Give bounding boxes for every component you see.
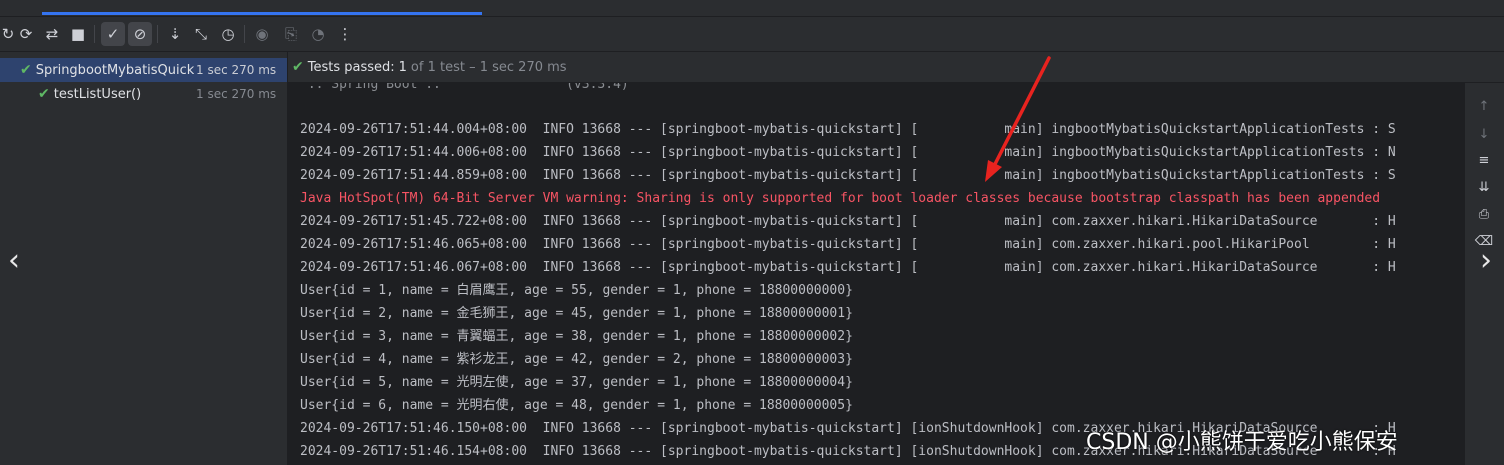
- previous-image-icon[interactable]: ‹: [2, 243, 26, 279]
- soft-wrap-icon[interactable]: ≡: [1473, 149, 1495, 171]
- tests-passed-label: Tests passed:: [307, 59, 395, 75]
- tests-passed-count: 1: [398, 59, 407, 75]
- test-status-bar: ✔ Tests passed: 1 of 1 test – 1 sec 270 …: [288, 52, 1504, 83]
- sort-duration-icon[interactable]: ◷: [216, 22, 240, 46]
- active-tab-indicator: [42, 12, 482, 15]
- tree-item-time: 1 sec 270 ms: [196, 63, 277, 77]
- console-line-partial: :: Spring Boot :: (v3.3.4): [300, 83, 629, 92]
- scroll-up-icon[interactable]: ↑: [1473, 95, 1495, 117]
- console-line: 2024-09-26T17:51:44.004+08:00 INFO 13668…: [300, 122, 1396, 137]
- console-line: User{id = 4, name = 紫衫龙王, age = 42, gend…: [300, 352, 853, 367]
- console-line: User{id = 1, name = 白眉鹰王, age = 55, gend…: [300, 283, 853, 298]
- toggle-auto-test-icon[interactable]: ⇄: [40, 22, 64, 46]
- console-line-warning: Java HotSpot(TM) 64-Bit Server VM warnin…: [300, 191, 1381, 206]
- passed-check-icon: ✔: [38, 86, 50, 102]
- console-line: 2024-09-26T17:51:44.006+08:00 INFO 13668…: [300, 145, 1396, 160]
- more-icon[interactable]: ⋮: [333, 22, 357, 46]
- screenshot-icon[interactable]: ◉: [250, 22, 274, 46]
- print-icon[interactable]: ⎙: [1473, 203, 1495, 225]
- watermark: CSDN @小熊饼干爱吃小熊保安: [1086, 430, 1398, 455]
- tree-item-label: SpringbootMybatisQuickstartApplicationTe…: [35, 62, 194, 78]
- rerun-failed-icon[interactable]: ⟳: [14, 22, 38, 46]
- sort-icon[interactable]: ⇣: [163, 22, 187, 46]
- tree-item-label: testListUser(): [53, 86, 142, 102]
- console-line: User{id = 2, name = 金毛狮王, age = 45, gend…: [300, 306, 853, 321]
- scroll-to-end-icon[interactable]: ⇊: [1473, 176, 1495, 198]
- toolbar-separator: [244, 25, 245, 43]
- stop-icon[interactable]: ■: [66, 22, 90, 46]
- tab-strip: [0, 0, 1504, 17]
- import-icon[interactable]: ⎘: [279, 22, 303, 46]
- tree-item-test[interactable]: ✔ testListUser() 1 sec 270 ms: [0, 82, 287, 106]
- console-line: User{id = 6, name = 光明右使, age = 48, gend…: [300, 398, 853, 413]
- passed-check-icon: ✔: [292, 59, 304, 75]
- tree-item-root[interactable]: ✔ SpringbootMybatisQuickstartApplication…: [0, 58, 287, 82]
- passed-check-icon: ✔: [20, 62, 32, 78]
- console-line: 2024-09-26T17:51:46.067+08:00 INFO 13668…: [300, 260, 1396, 275]
- console-line: 2024-09-26T17:51:46.065+08:00 INFO 13668…: [300, 237, 1396, 252]
- console-line: 2024-09-26T17:51:44.859+08:00 INFO 13668…: [300, 168, 1396, 183]
- console-output[interactable]: :: Spring Boot :: (v3.3.4) 2024-09-26T17…: [288, 83, 1465, 465]
- test-tree: ✔ SpringbootMybatisQuickstartApplication…: [0, 52, 288, 465]
- test-toolbar: ↻ ⟳ ⇄ ■ ✓ ⊘ ⇣ ⤡ ◷ ◉ ⎘ ◔ ⋮: [0, 17, 1504, 52]
- coverage-icon[interactable]: ◔: [306, 22, 330, 46]
- console-line: 2024-09-26T17:51:45.722+08:00 INFO 13668…: [300, 214, 1396, 229]
- console-line: User{id = 3, name = 青翼蝠王, age = 38, gend…: [300, 329, 853, 344]
- console-line: User{id = 5, name = 光明左使, age = 37, gend…: [300, 375, 853, 390]
- scroll-down-icon[interactable]: ↓: [1473, 123, 1495, 145]
- toolbar-separator: [94, 25, 95, 43]
- show-passed-icon[interactable]: ✓: [101, 22, 125, 46]
- tests-summary: of 1 test – 1 sec 270 ms: [410, 59, 567, 75]
- next-image-icon[interactable]: ›: [1474, 243, 1498, 279]
- tree-item-time: 1 sec 270 ms: [196, 87, 277, 101]
- toolbar-separator: [157, 25, 158, 43]
- show-ignored-icon[interactable]: ⊘: [128, 22, 152, 46]
- collapse-icon[interactable]: ⤡: [189, 22, 213, 46]
